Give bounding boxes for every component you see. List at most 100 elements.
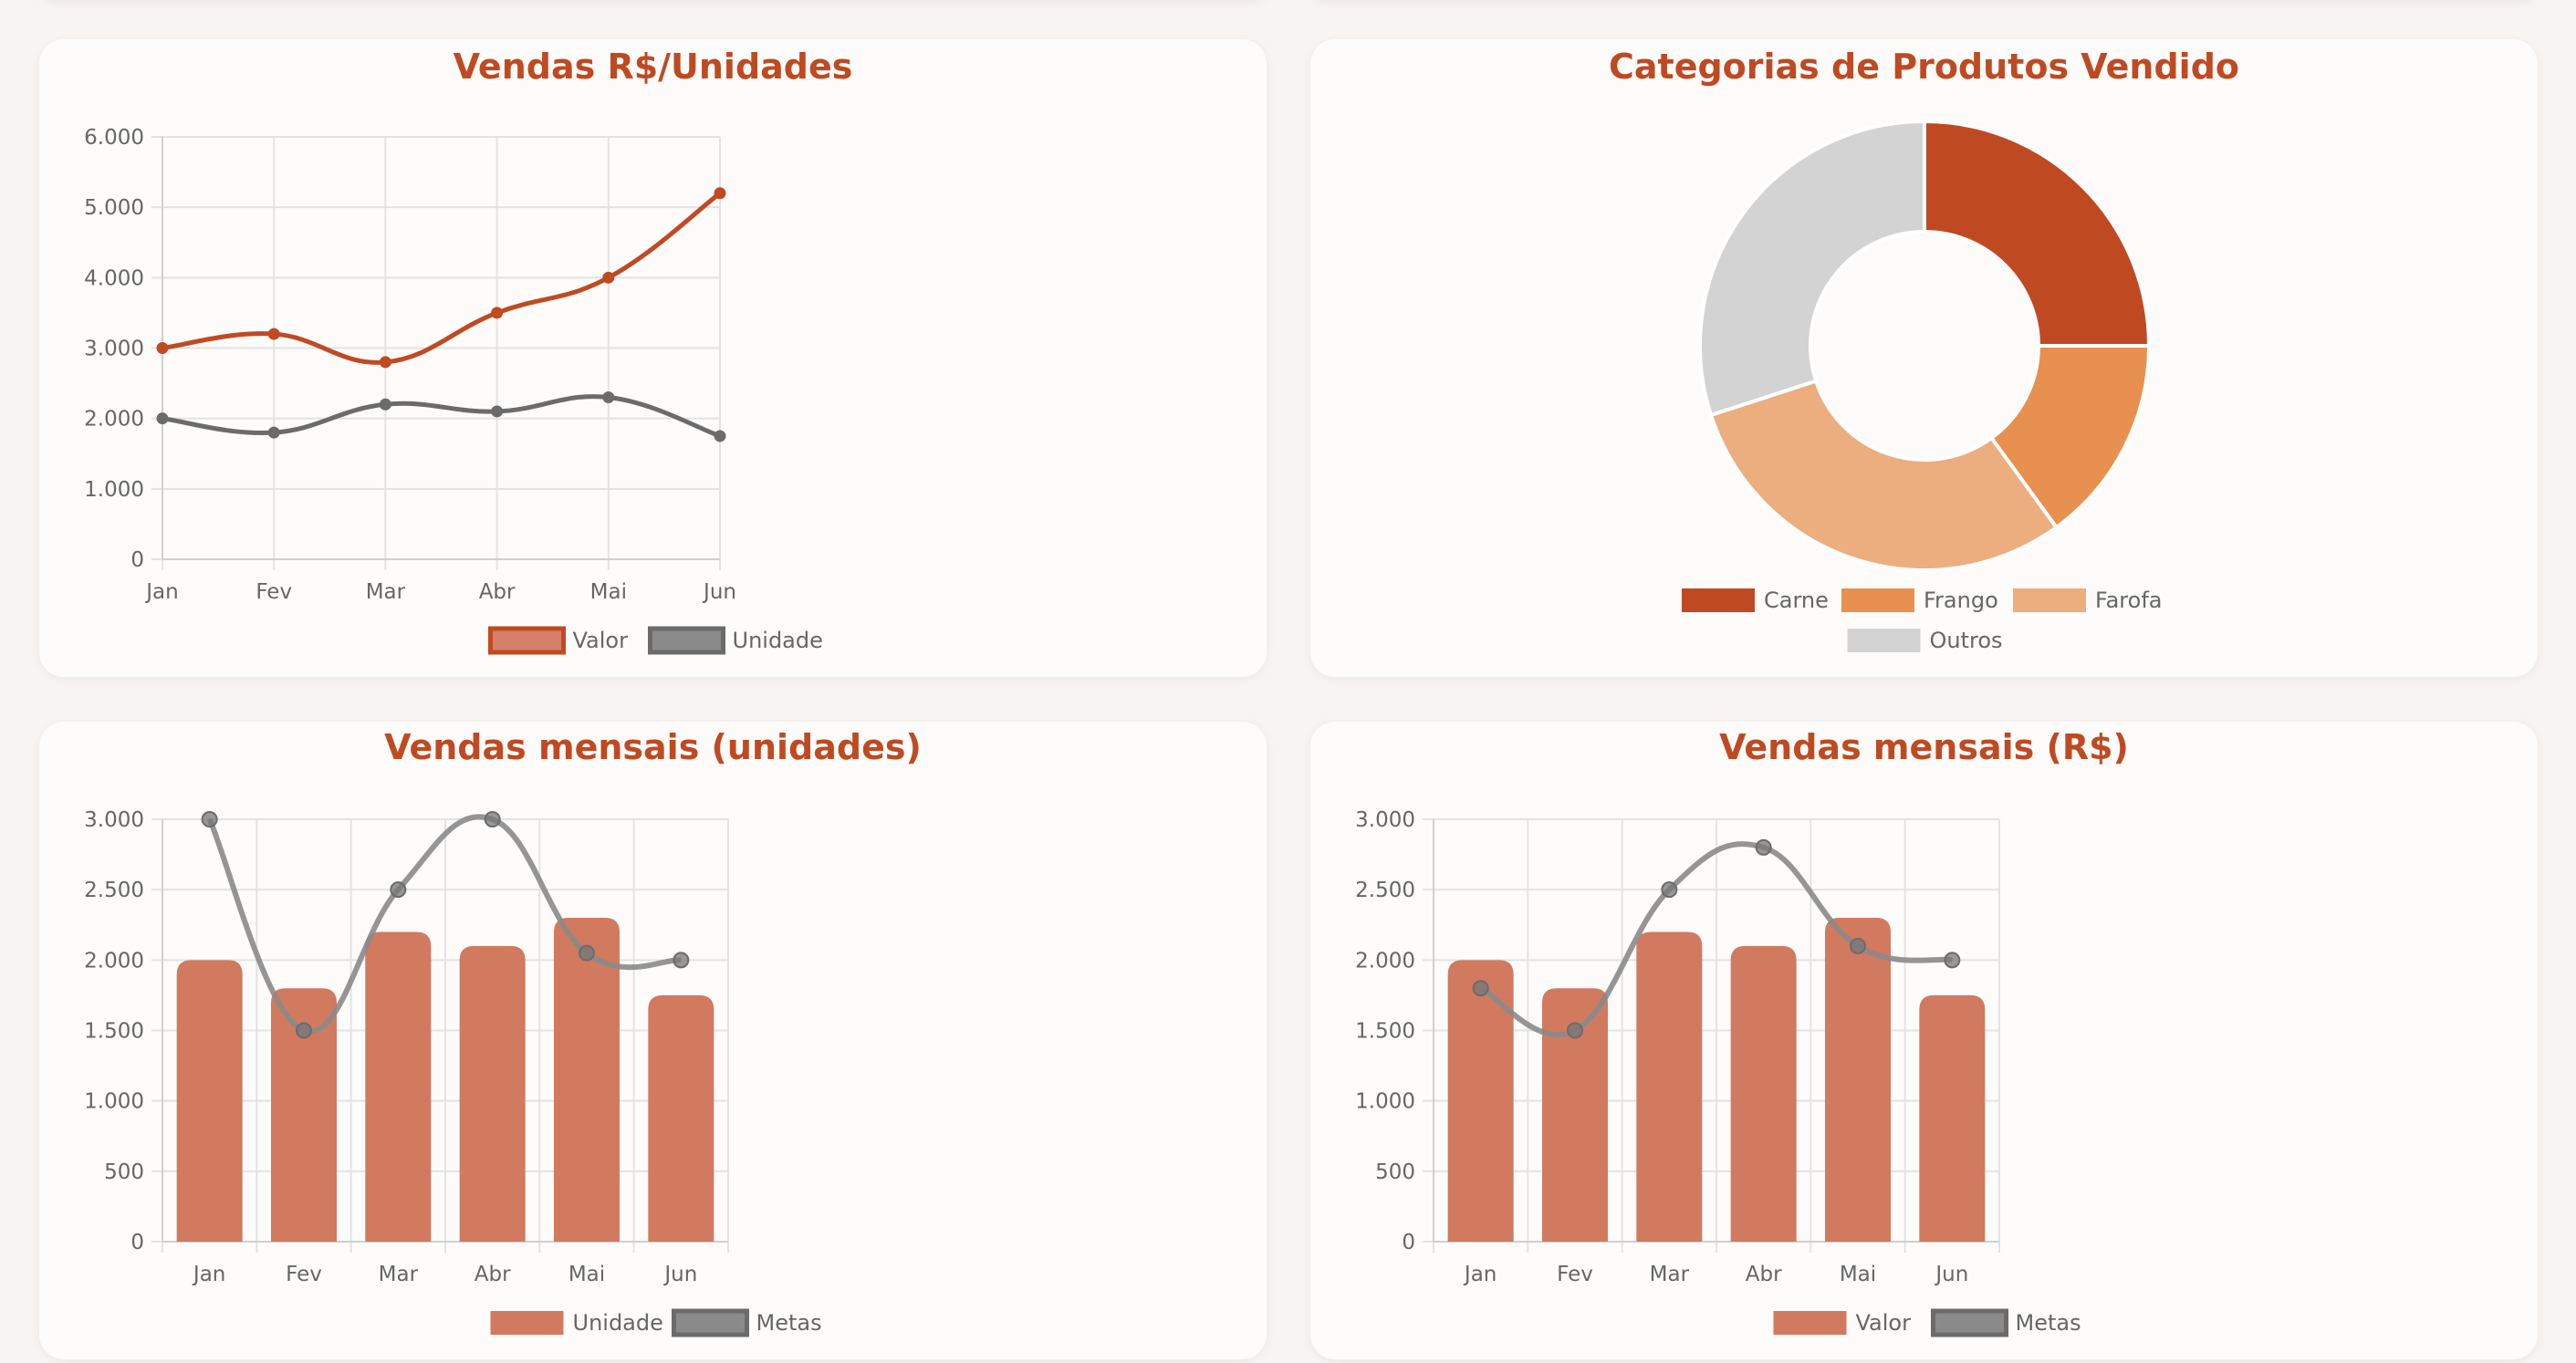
data-point bbox=[296, 1022, 312, 1039]
bar bbox=[365, 931, 432, 1242]
y-tick-label: 2.000 bbox=[84, 949, 144, 973]
line-chart[interactable]: 0 1.000 2.000 3.000 4.000 5.000 6.000 Jan Fev Mar… bbox=[39, 39, 1267, 677]
y-tick-label: 1.000 bbox=[1355, 1090, 1415, 1114]
bar-chart-units[interactable]: 0 500 1.000 1.500 2.000 2.500 3.000 Jan Fev Mar Ab… bbox=[39, 722, 1267, 1359]
legend-swatch bbox=[1682, 588, 1755, 612]
legend-swatch bbox=[1841, 588, 1914, 612]
y-tick-label: 2.000 bbox=[1355, 949, 1415, 973]
bar bbox=[648, 994, 714, 1242]
data-point bbox=[484, 811, 501, 827]
y-tick-label: 500 bbox=[104, 1160, 144, 1184]
legend-swatch bbox=[1931, 1308, 2008, 1337]
bar bbox=[459, 945, 526, 1242]
y-tick-label: 2.500 bbox=[1355, 879, 1415, 902]
data-point bbox=[579, 944, 595, 962]
legend-swatch bbox=[648, 626, 725, 655]
data-point bbox=[714, 187, 726, 200]
x-tick-label: Jan bbox=[1463, 1263, 1497, 1286]
data-point bbox=[602, 271, 615, 284]
legend-label: Metas bbox=[756, 1310, 822, 1336]
legend-label: Farofa bbox=[2095, 588, 2163, 613]
legend-label: Valor bbox=[573, 628, 629, 653]
x-tick-label: Mai bbox=[568, 1263, 605, 1286]
x-tick-label: Jun bbox=[702, 580, 736, 604]
card-vendas-mensais-rs: Vendas mensais (R$) 0 500 1.000 1.500 2.000 2… bbox=[1310, 722, 2538, 1359]
card-vendas-rs-unidades: Vendas R$/Unidades 0 1.000 2.000 3.000 4.000… bbox=[39, 39, 1267, 677]
x-tick-label: Mar bbox=[379, 1263, 419, 1286]
pie-slice-farofa bbox=[1708, 379, 2060, 572]
bar bbox=[1919, 994, 1986, 1242]
legend-label: Carne bbox=[1764, 588, 1829, 613]
y-tick-label: 4.000 bbox=[84, 266, 144, 290]
y-tick-label: 1.000 bbox=[84, 478, 144, 502]
card-vendas-mensais-unidades: Vendas mensais (unidades) 0 500 1.000 1.500… bbox=[39, 722, 1267, 1359]
data-point bbox=[1472, 980, 1489, 997]
data-point bbox=[1567, 1022, 1583, 1039]
card-categorias: Categorias de Produtos Vendido Carne Fran… bbox=[1310, 39, 2538, 677]
data-point bbox=[156, 412, 169, 425]
y-tick-label: 0 bbox=[130, 1231, 144, 1254]
legend-label: Unidade bbox=[733, 628, 823, 653]
data-point bbox=[602, 391, 615, 404]
pie-slice-carne bbox=[1923, 119, 2152, 348]
x-tick-label: Abr bbox=[475, 1263, 511, 1286]
data-point bbox=[156, 342, 169, 354]
legend-label: Valor bbox=[1856, 1310, 1912, 1336]
x-tick-label: Jun bbox=[1934, 1263, 1968, 1286]
y-tick-label: 500 bbox=[1375, 1160, 1415, 1184]
data-point bbox=[267, 328, 280, 340]
bar bbox=[1825, 918, 1891, 1242]
legend-swatch bbox=[1847, 629, 1921, 652]
legend-label: Metas bbox=[2016, 1310, 2081, 1336]
x-tick-label: Fev bbox=[1557, 1263, 1593, 1286]
data-point bbox=[267, 426, 280, 439]
bar-chart-money[interactable]: 0 500 1.000 1.500 2.000 2.500 3.000 Jan Fev Mar Ab… bbox=[1310, 722, 2538, 1359]
y-tick-label: 3.000 bbox=[84, 338, 144, 361]
y-tick-label: 5.000 bbox=[84, 196, 144, 220]
data-point bbox=[201, 811, 218, 827]
data-point bbox=[1944, 952, 1961, 969]
data-point bbox=[379, 356, 391, 369]
x-tick-label: Mar bbox=[366, 580, 406, 604]
y-tick-label: 6.000 bbox=[84, 126, 144, 150]
data-point bbox=[714, 430, 726, 442]
bar bbox=[176, 960, 243, 1242]
legend-label: Outros bbox=[1930, 628, 2003, 653]
legend-swatch bbox=[672, 1308, 749, 1337]
bar bbox=[1447, 960, 1514, 1242]
x-tick-label: Fev bbox=[256, 580, 292, 604]
y-tick-label: 1.000 bbox=[84, 1090, 144, 1114]
y-tick-label: 2.500 bbox=[84, 879, 144, 902]
x-tick-label: Jan bbox=[192, 1263, 225, 1286]
series-line-unidade bbox=[162, 394, 721, 439]
pie-slice-outros bbox=[1698, 119, 1926, 418]
data-point bbox=[379, 398, 391, 411]
y-tick-label: 3.000 bbox=[1355, 808, 1415, 832]
data-point bbox=[1850, 937, 1866, 954]
y-tick-label: 2.000 bbox=[84, 408, 144, 432]
x-tick-label: Fev bbox=[286, 1263, 322, 1286]
x-tick-label: Jun bbox=[662, 1263, 697, 1286]
x-tick-label: Mar bbox=[1650, 1263, 1690, 1286]
bar bbox=[1730, 945, 1797, 1242]
data-point bbox=[673, 952, 690, 969]
y-tick-label: 0 bbox=[1402, 1231, 1415, 1254]
y-tick-label: 0 bbox=[130, 548, 144, 572]
legend-swatch bbox=[488, 626, 566, 655]
y-tick-label: 3.000 bbox=[84, 808, 144, 832]
data-point bbox=[390, 881, 407, 899]
legend-swatch bbox=[490, 1311, 564, 1335]
data-point bbox=[1661, 881, 1678, 899]
data-point bbox=[1755, 838, 1772, 856]
donut-chart[interactable]: Carne Frango Farofa Outros bbox=[1310, 39, 2538, 677]
bar bbox=[1636, 931, 1703, 1242]
x-tick-label: Abr bbox=[1746, 1263, 1782, 1286]
legend-label: Frango bbox=[1924, 588, 1998, 613]
legend-swatch bbox=[1773, 1311, 1847, 1335]
y-tick-label: 1.500 bbox=[84, 1020, 144, 1044]
x-tick-label: Jan bbox=[144, 580, 178, 604]
y-tick-label: 1.500 bbox=[1355, 1020, 1415, 1044]
data-point bbox=[491, 307, 504, 319]
x-tick-label: Mai bbox=[590, 580, 627, 604]
legend-label: Unidade bbox=[573, 1310, 663, 1336]
